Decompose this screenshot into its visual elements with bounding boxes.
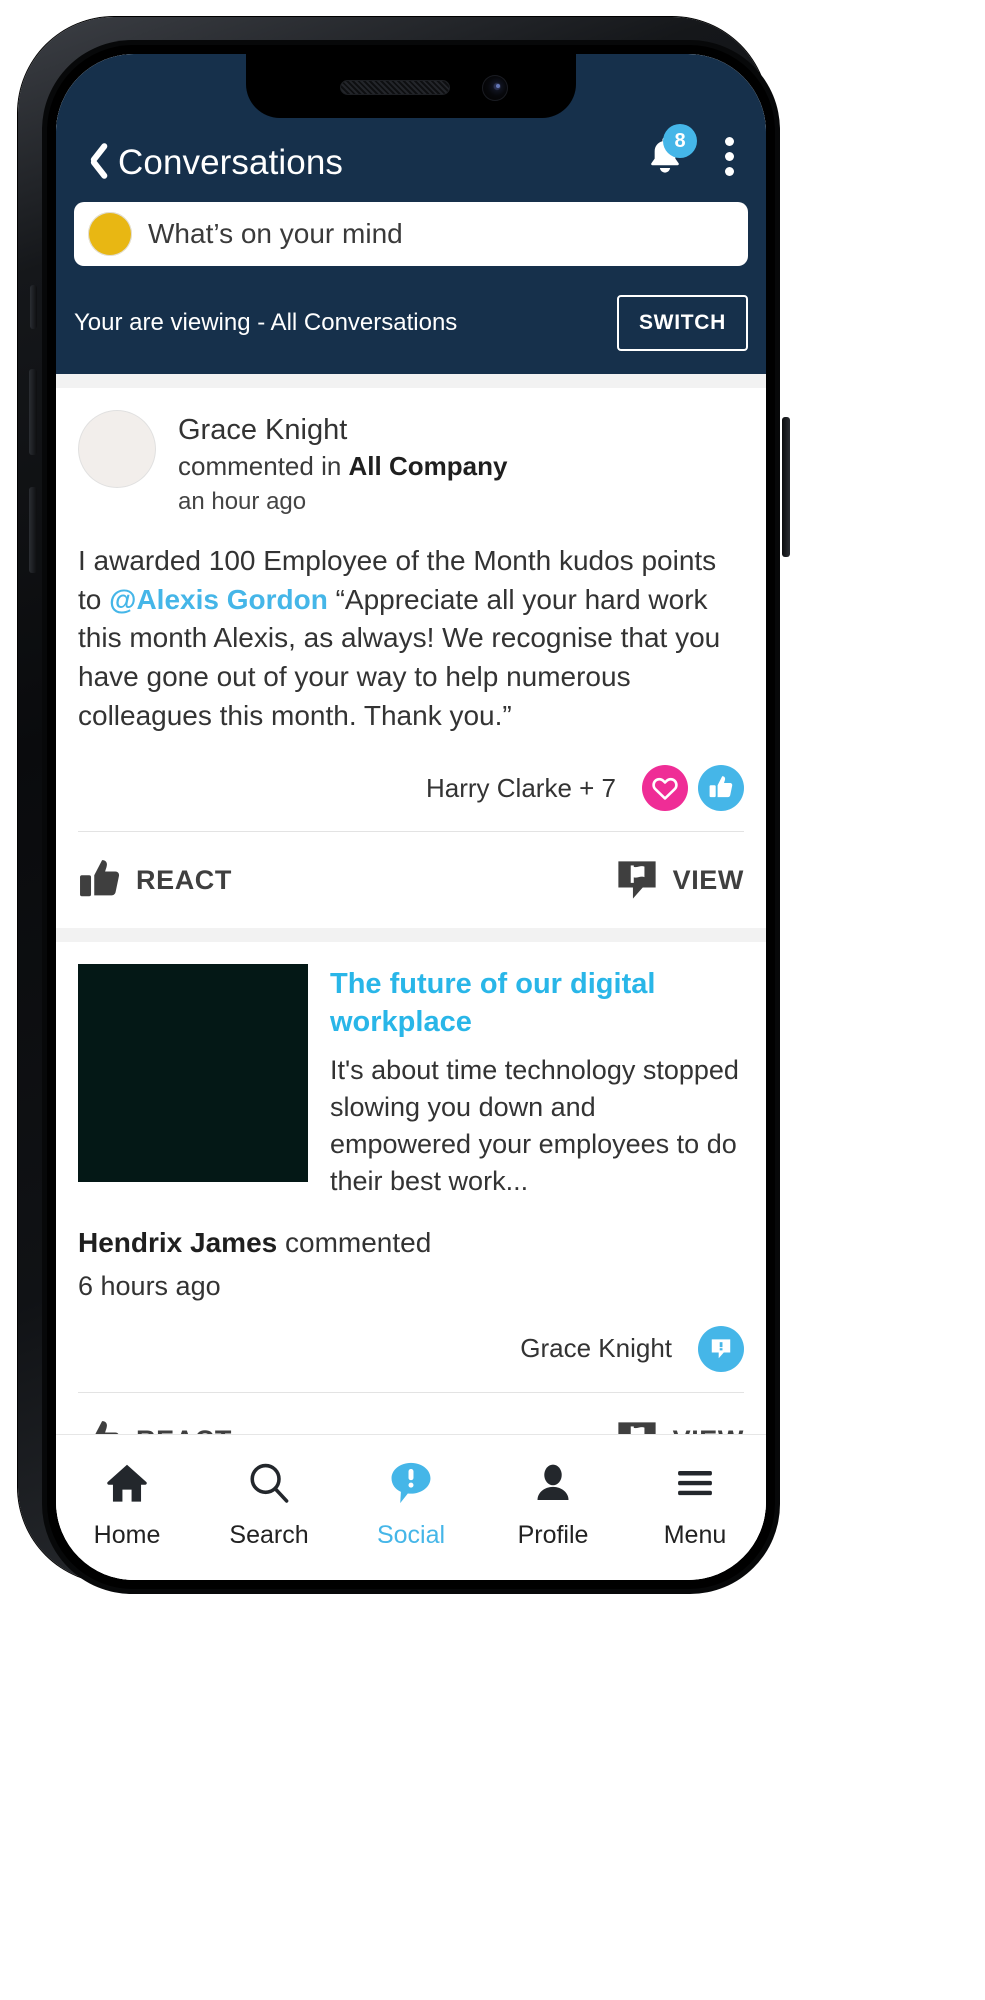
article-commenter-name: Hendrix James (78, 1226, 278, 1258)
post-actions: REACT VIEW (78, 832, 744, 928)
react-label: REACT (136, 864, 232, 895)
bottom-tab-bar: Home Search Social Profile Menu (56, 1434, 766, 1580)
article-description: It's about time technology stopped slowi… (330, 1054, 739, 1197)
thumbs-up-icon[interactable] (698, 765, 744, 812)
post-meta: Grace Knight commented in All Company an… (178, 410, 744, 520)
comment-flag-glyph (711, 1339, 731, 1358)
viewing-bar: Your are viewing - All Conversations SWI… (74, 288, 748, 374)
react-label: REACT (136, 1425, 232, 1434)
tab-label: Social (376, 1521, 446, 1549)
view-label: VIEW (673, 1425, 744, 1434)
back-icon[interactable] (74, 138, 108, 182)
heart-icon[interactable] (642, 765, 688, 812)
feed-gap (56, 928, 766, 943)
reaction-names: Harry Clarke + 7 (426, 772, 616, 803)
view-button[interactable]: VIEW (615, 858, 744, 902)
person-icon (532, 1457, 574, 1509)
article-commenter: Hendrix James commented (78, 1201, 744, 1259)
screenshot-root: Conversations 8 What’s on your mind Your… (0, 0, 985, 2000)
front-camera-icon (482, 75, 508, 101)
viewing-label: Your are viewing - All Conversations (74, 309, 458, 336)
volume-up-button[interactable] (29, 369, 37, 455)
tab-profile[interactable]: Profile (482, 1457, 624, 1550)
comment-flag-icon (617, 861, 656, 899)
tab-home[interactable]: Home (56, 1457, 198, 1550)
tab-label: Search (229, 1521, 309, 1549)
post-actions: REACT VIEW (78, 1393, 744, 1434)
comment-flag-icon[interactable] (698, 1325, 744, 1372)
tab-menu[interactable]: Menu (624, 1457, 766, 1550)
thumbs-up-icon (95, 1420, 119, 1434)
article-title[interactable]: The future of our digital workplace (330, 966, 744, 1041)
article-row: The future of our digital workplace It's… (78, 942, 744, 1200)
composer-placeholder: What’s on your mind (148, 218, 403, 249)
thumbs-up-icon (80, 860, 120, 897)
article-reactions: Grace Knight (78, 1302, 744, 1392)
app-container: Conversations 8 What’s on your mind Your… (56, 54, 766, 1580)
earpiece-speaker-icon (340, 80, 450, 95)
post-action-prefix: commented in (178, 451, 349, 482)
feed-list[interactable]: Grace Knight commented in All Company an… (56, 374, 766, 1434)
article-thumbnail[interactable] (78, 964, 308, 1183)
mute-switch[interactable] (30, 285, 37, 329)
view-button[interactable]: VIEW (615, 1419, 744, 1434)
notification-badge: 8 (663, 124, 697, 158)
avatar (78, 410, 156, 488)
page-title: Conversations (118, 143, 344, 182)
notifications-button[interactable]: 8 (640, 124, 697, 182)
article-time: 6 hours ago (78, 1270, 221, 1301)
post-author: Grace Knight (178, 414, 348, 446)
feed-post-article[interactable]: The future of our digital workplace It's… (56, 942, 766, 1434)
reaction-names: Grace Knight (520, 1333, 672, 1364)
kebab-menu-icon[interactable] (714, 130, 748, 182)
post-action-group: All Company (348, 451, 508, 482)
hamburger-icon (671, 1457, 719, 1509)
react-button[interactable]: REACT (78, 1419, 232, 1434)
power-button[interactable] (782, 417, 790, 557)
tab-social[interactable]: Social (340, 1457, 482, 1550)
article-commenter-action: commented (277, 1226, 432, 1258)
react-button[interactable]: REACT (78, 858, 232, 902)
heart-glyph (652, 778, 678, 801)
post-body: I awarded 100 Employee of the Month kudo… (78, 520, 744, 741)
volume-down-button[interactable] (29, 487, 37, 573)
composer-input[interactable]: What’s on your mind (74, 202, 748, 266)
comment-flag-icon (617, 1422, 656, 1434)
phone-screen: Conversations 8 What’s on your mind Your… (56, 54, 766, 1580)
tab-label: Menu (663, 1521, 727, 1549)
search-icon (247, 1457, 291, 1509)
thumbs-up-glyph (709, 776, 733, 798)
switch-button[interactable]: SWITCH (616, 295, 748, 351)
phone-frame: Conversations 8 What’s on your mind Your… (18, 17, 790, 1594)
post-mention-link[interactable]: @Alexis Gordon (109, 584, 328, 615)
post-action: commented in All Company (178, 449, 744, 483)
post-time: an hour ago (178, 488, 307, 516)
post-header: Grace Knight commented in All Company an… (78, 388, 744, 520)
tab-search[interactable]: Search (198, 1457, 340, 1550)
notch (246, 54, 576, 118)
post-reactions: Harry Clarke + 7 (78, 741, 744, 831)
comment-flag-icon (388, 1457, 434, 1509)
view-label: VIEW (672, 864, 744, 895)
tab-label: Home (93, 1521, 161, 1549)
tab-label: Profile (517, 1521, 589, 1549)
composer-avatar (88, 212, 132, 256)
feed-gap (56, 374, 766, 388)
article-text: The future of our digital workplace It's… (330, 964, 744, 1200)
feed-post-kudos[interactable]: Grace Knight commented in All Company an… (56, 388, 766, 929)
home-icon (104, 1457, 150, 1509)
